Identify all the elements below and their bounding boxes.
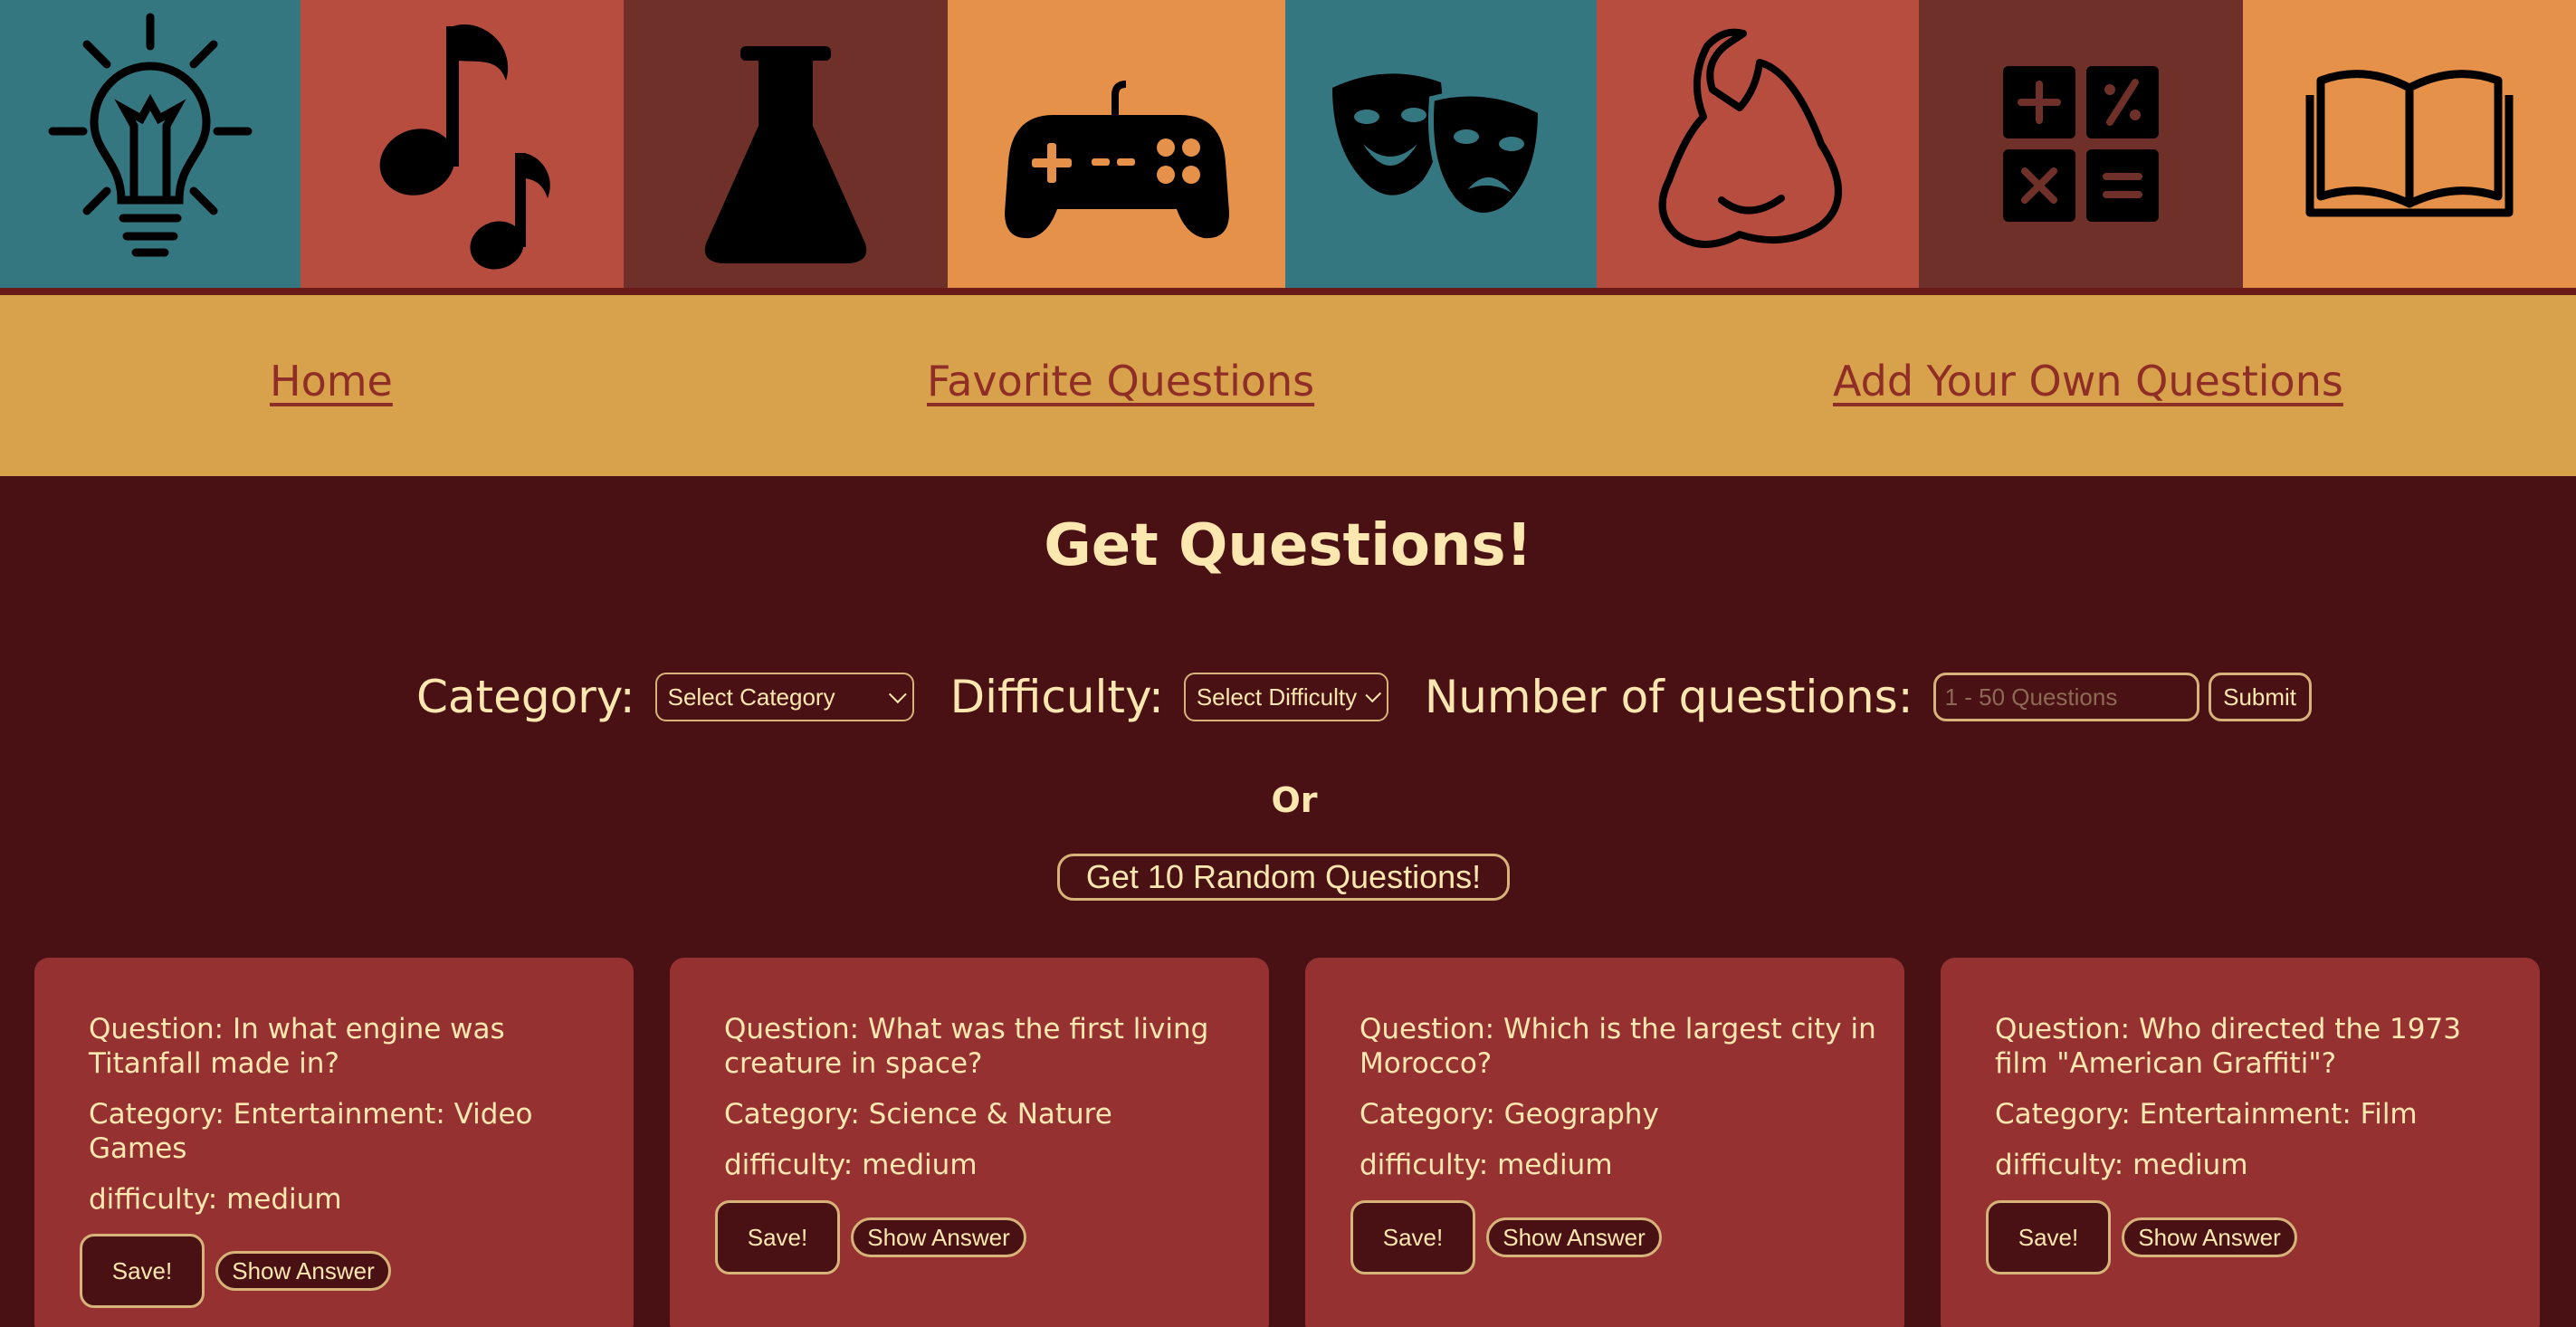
tile-sports bbox=[1597, 0, 1919, 288]
page-title: Get Questions! bbox=[1044, 512, 1532, 579]
card-question: Question: What was the first living crea… bbox=[724, 1013, 1209, 1080]
nav-link-home[interactable]: Home bbox=[270, 357, 393, 406]
chevron-down-icon bbox=[888, 685, 907, 704]
save-button[interactable]: Save! bbox=[715, 1200, 840, 1274]
open-book-icon bbox=[2305, 70, 2514, 217]
card-question: Question: Which is the largest city in M… bbox=[1360, 1013, 1876, 1080]
difficulty-select[interactable]: Select Difficulty bbox=[1183, 673, 1388, 721]
calculator-icon bbox=[2003, 66, 2159, 222]
flexed-arm-icon bbox=[1658, 28, 1842, 248]
category-select[interactable]: Select Category bbox=[654, 673, 914, 721]
card-difficulty: difficulty: medium bbox=[89, 1183, 342, 1216]
save-button[interactable]: Save! bbox=[80, 1234, 205, 1308]
gamepad-icon bbox=[1004, 81, 1229, 239]
card-category: Category: Entertainment: Film bbox=[1995, 1098, 2418, 1131]
question-card: Question: What was the first living crea… bbox=[670, 958, 1269, 1327]
question-card: Question: In what engine was Titanfall m… bbox=[34, 958, 634, 1327]
submit-button[interactable]: Submit bbox=[2208, 673, 2312, 721]
show-answer-button[interactable]: Show Answer bbox=[215, 1251, 391, 1291]
tile-music bbox=[301, 0, 624, 288]
nav-bar: Home Favorite Questions Add Your Own Que… bbox=[0, 295, 2576, 476]
question-form: Category: Select Category Difficulty: Se… bbox=[416, 670, 2312, 724]
random-questions-button[interactable]: Get 10 Random Questions! bbox=[1057, 854, 1510, 901]
number-input-placeholder: 1 - 50 Questions bbox=[1944, 683, 2118, 711]
category-banner bbox=[0, 0, 2576, 288]
save-button[interactable]: Save! bbox=[1350, 1200, 1475, 1274]
tile-science bbox=[624, 0, 948, 288]
lightbulb-icon bbox=[48, 13, 253, 257]
tile-literature bbox=[2243, 0, 2576, 288]
number-label: Number of questions: bbox=[1424, 671, 1913, 723]
card-category: Category: Geography bbox=[1360, 1098, 1659, 1131]
music-note-icon bbox=[379, 24, 550, 270]
save-button[interactable]: Save! bbox=[1986, 1200, 2111, 1274]
category-select-value: Select Category bbox=[667, 683, 835, 711]
category-label: Category: bbox=[416, 671, 635, 723]
tile-games bbox=[948, 0, 1285, 288]
question-card: Question: Which is the largest city in M… bbox=[1305, 958, 1904, 1327]
show-answer-button[interactable]: Show Answer bbox=[851, 1217, 1026, 1257]
difficulty-label: Difficulty: bbox=[949, 671, 1164, 723]
tile-math bbox=[1919, 0, 2243, 288]
nav-link-favorites[interactable]: Favorite Questions bbox=[927, 357, 1314, 406]
tile-theater bbox=[1285, 0, 1597, 288]
card-question: Question: Who directed the 1973 film "Am… bbox=[1995, 1013, 2461, 1080]
number-input[interactable]: 1 - 50 Questions bbox=[1932, 673, 2199, 721]
flask-icon bbox=[704, 46, 867, 263]
or-separator: Or bbox=[1271, 780, 1318, 820]
card-difficulty: difficulty: medium bbox=[1360, 1149, 1613, 1181]
card-category: Category: Science & Nature bbox=[724, 1098, 1112, 1131]
card-category: Category: Entertainment: Video Games bbox=[89, 1098, 533, 1165]
difficulty-select-value: Select Difficulty bbox=[1196, 683, 1358, 711]
card-question: Question: In what engine was Titanfall m… bbox=[89, 1013, 505, 1080]
show-answer-button[interactable]: Show Answer bbox=[1486, 1217, 1662, 1257]
banner-divider bbox=[0, 288, 2576, 295]
chevron-down-icon bbox=[1365, 686, 1382, 702]
card-difficulty: difficulty: medium bbox=[1995, 1149, 2248, 1181]
tile-lightbulb bbox=[0, 0, 301, 288]
question-card: Question: Who directed the 1973 film "Am… bbox=[1941, 958, 2540, 1327]
card-difficulty: difficulty: medium bbox=[724, 1149, 978, 1181]
nav-link-add-questions[interactable]: Add Your Own Questions bbox=[1833, 357, 2343, 406]
show-answer-button[interactable]: Show Answer bbox=[2122, 1217, 2297, 1257]
theater-masks-icon bbox=[1332, 73, 1544, 218]
